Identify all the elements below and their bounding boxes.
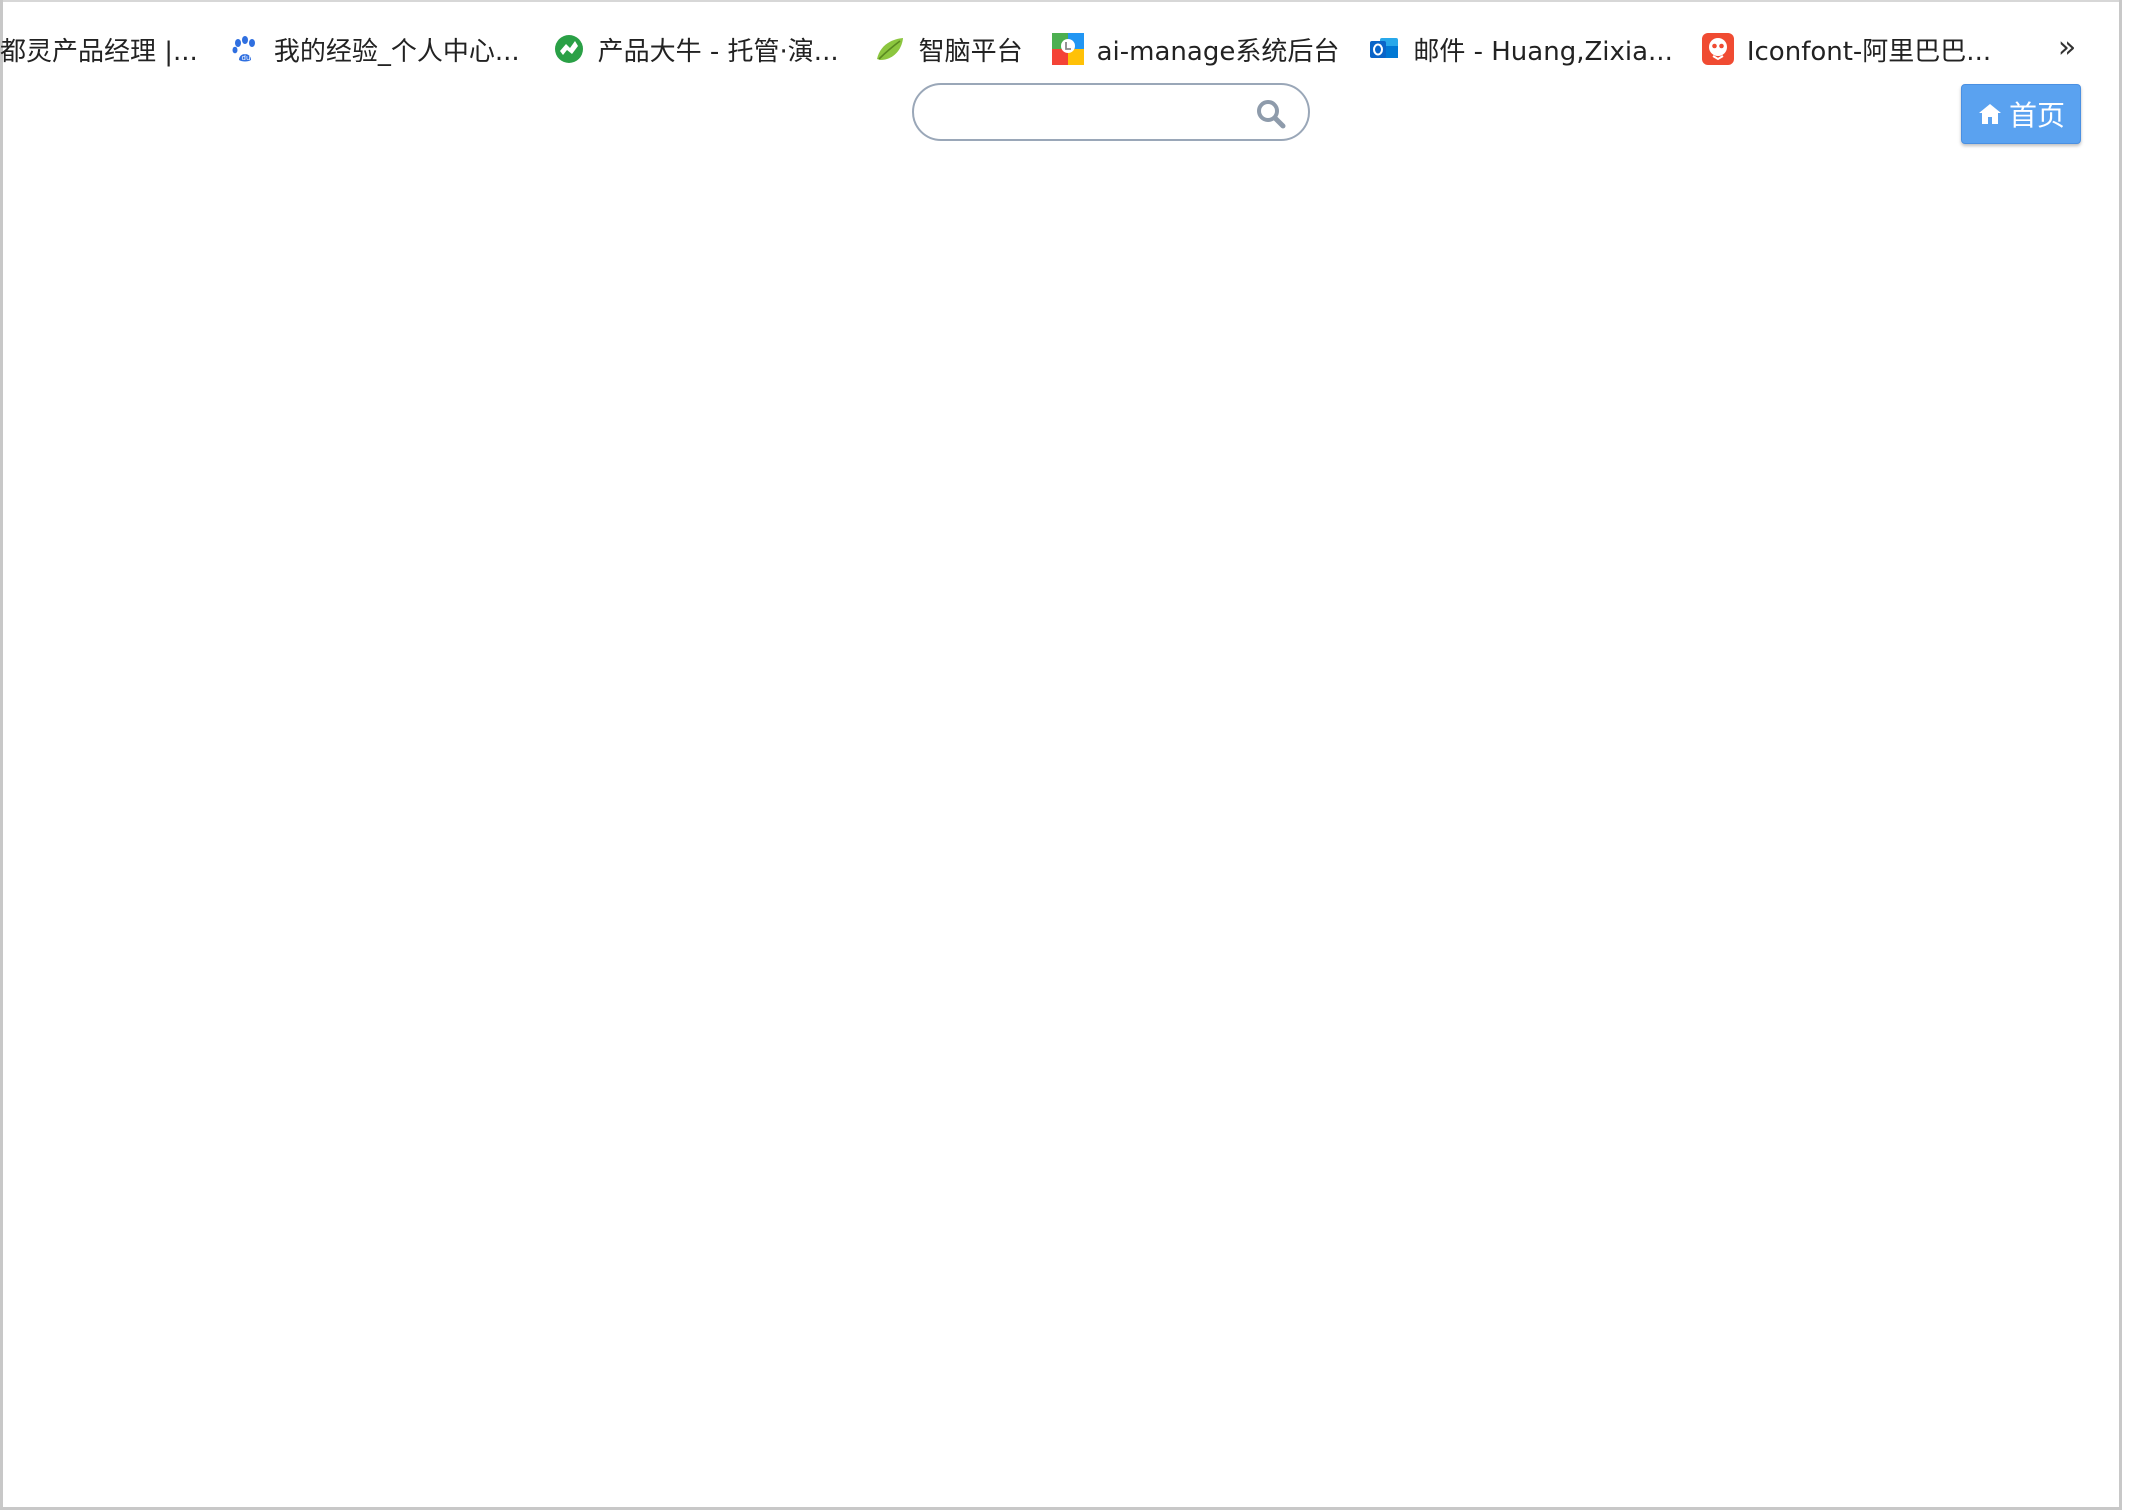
bookmark-label: 产品大牛 - 托管·演... [597,36,839,67]
search-icon[interactable] [1254,97,1288,131]
right-edge-strip [2122,0,2132,1512]
home-icon [1977,101,2003,127]
bookmark-item-zhinao[interactable]: 智脑平台 [865,24,1031,74]
home-button[interactable]: 首页 [1961,84,2081,144]
baidu-paw-icon: du [228,32,262,66]
frame-bottom-border [0,1507,2122,1510]
page-content-area [3,150,2119,1507]
search-box [912,83,1310,141]
bookmark-item-baidu-experience[interactable]: du 我的经验_个人中心... [220,24,528,74]
bookmark-item-iconfont[interactable]: Iconfont-阿里巴巴... [1693,24,1999,74]
bookmark-label: ai-manage系统后台 [1096,36,1340,67]
outlook-icon [1367,32,1401,66]
bookmark-label: Iconfont-阿里巴巴... [1746,36,1992,67]
rhino-logo-icon [552,32,586,66]
bookmark-label: 邮件 - Huang,Zixia... [1413,36,1673,67]
bookmark-item-pm[interactable]: 都灵产品经理 |... [0,24,206,74]
frame-top-border [0,0,2122,2]
leaf-icon [873,32,907,66]
bookmarks-bar: 都灵产品经理 |... du 我的经验_个人中心... 产品大牛 - 托管·演.… [0,14,2100,84]
bookmark-label: 都灵产品经理 |... [0,36,198,67]
iconfont-logo-icon [1701,32,1735,66]
bookmark-item-outlook-mail[interactable]: 邮件 - Huang,Zixia... [1359,24,1681,74]
home-button-label: 首页 [2008,99,2065,132]
bookmark-item-product-niu[interactable]: 产品大牛 - 托管·演... [544,24,847,74]
browser-window: 都灵产品经理 |... du 我的经验_个人中心... 产品大牛 - 托管·演.… [0,0,2132,1512]
ai-manage-logo-icon [1051,32,1085,66]
bookmark-label: 我的经验_个人中心... [273,36,520,67]
bookmark-item-ai-manage[interactable]: ai-manage系统后台 [1043,24,1348,74]
bookmarks-more-button[interactable]: » [2050,22,2084,72]
bookmark-label: 智脑平台 [918,36,1023,67]
svg-text:du: du [241,54,250,62]
search-input[interactable] [936,93,1240,133]
